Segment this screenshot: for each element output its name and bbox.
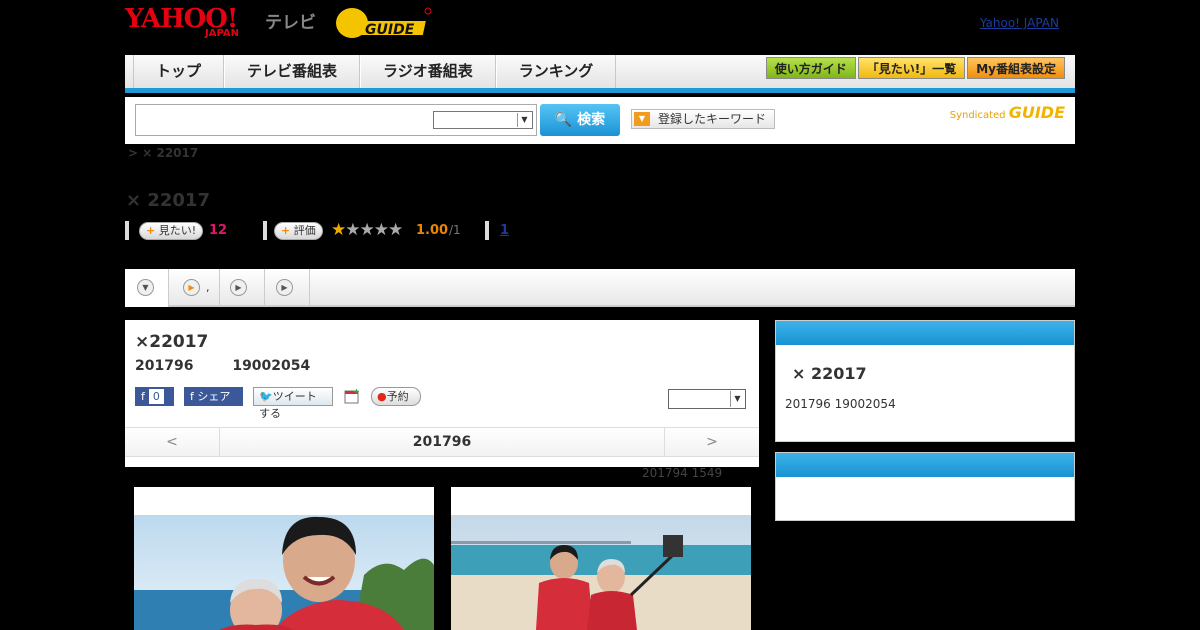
usage-guide-button[interactable]: 使い方ガイド <box>765 57 856 79</box>
tweet-button[interactable]: 🐦ツイートする <box>253 387 333 420</box>
rate-button[interactable]: + 評価 <box>274 222 323 240</box>
want-count: 12 <box>209 223 228 238</box>
yahoo-japan-link[interactable]: Yahoo! JAPAN <box>980 16 1059 30</box>
plus-icon: + <box>146 224 156 237</box>
star-icon: ★ <box>388 220 403 240</box>
play-icon: ▶ <box>230 279 247 296</box>
content-tabs: ▼ ▶ , ▶ ▶ <box>125 269 1075 307</box>
search-bar: ▼ 🔍 検索 ▼ 登録したキーワード Syndicated GUIDE <box>125 97 1075 144</box>
tab-3[interactable]: ▶ <box>220 269 265 307</box>
tab-label: , <box>206 281 210 294</box>
episode-panel: ×22017 201796 19002054 f0 f シェア 🐦ツイートする … <box>125 320 759 467</box>
reserve-button[interactable]: ●予約 <box>371 387 421 406</box>
current-date: 201796 <box>412 434 472 450</box>
episode-photo-1[interactable] <box>134 487 434 630</box>
chevron-down-icon: ▼ <box>517 113 531 127</box>
sidebar-meta: 201796 19002054 <box>785 397 896 411</box>
prev-date-button[interactable]: < <box>125 428 220 457</box>
yahoo-japan-sublogo: JAPAN <box>205 28 239 39</box>
search-button[interactable]: 🔍 検索 <box>540 104 620 136</box>
tab-1[interactable]: ▼ <box>125 269 169 307</box>
tv-label[interactable]: テレビ <box>265 8 316 33</box>
gguide-logo[interactable]: GUIDE <box>335 6 433 40</box>
saved-keywords-button[interactable]: ▼ 登録したキーワード <box>631 109 775 129</box>
tab-4[interactable]: ▶ <box>265 269 310 307</box>
star-icon: ★ <box>331 220 346 240</box>
star-icon: ★ <box>359 220 375 240</box>
svg-text:GUIDE: GUIDE <box>365 22 415 38</box>
play-icon: ▶ <box>183 279 200 296</box>
saved-keywords-label: 登録したキーワード <box>658 112 767 126</box>
episode-meta: 201796 19002054 <box>135 358 344 374</box>
syndicated-label: Syndicated <box>949 110 1006 121</box>
main-nav: トップ テレビ番組表 ラジオ番組表 ランキング 使い方ガイド 「見たい!」一覧 … <box>125 55 1075 93</box>
sidebar-program-box: × 22017 201796 19002054 <box>775 320 1075 442</box>
twitter-icon: 🐦 <box>259 390 273 403</box>
next-date-button[interactable]: > <box>664 428 759 457</box>
episode-photo-2[interactable] <box>451 487 751 630</box>
want-button[interactable]: + 見たい! <box>139 222 204 240</box>
syndicated-gguide-text: GUIDE <box>1008 103 1065 122</box>
review-count-link[interactable]: 1 <box>500 223 509 238</box>
rate-label: 評価 <box>293 224 316 237</box>
site-header: YAHOO! JAPAN テレビ GUIDE Yahoo! JAPAN <box>125 0 1075 55</box>
nav-ranking[interactable]: ランキング <box>495 55 617 88</box>
episode-date: 201796 <box>135 358 194 374</box>
rating-stars: ★★★★★ <box>331 220 403 240</box>
page-title: × 22017 <box>126 190 210 211</box>
share-row: f0 f シェア 🐦ツイートする + ●予約 <box>135 387 755 420</box>
syndicated-gguide-logo: Syndicated GUIDE <box>950 103 1065 122</box>
chevron-down-icon: ▼ <box>634 112 650 126</box>
rating-score: 1.00 <box>416 223 449 238</box>
nav-top[interactable]: トップ <box>133 55 225 88</box>
divider <box>263 221 267 240</box>
program-stats: + 見たい! 12 + 評価 ★★★★★ 1.00 /1 1 <box>125 220 625 242</box>
date-navigation: < 201796 > <box>125 427 759 457</box>
episode-select[interactable]: ▼ <box>668 389 746 409</box>
divider <box>485 221 489 240</box>
sidebar-box-2 <box>775 452 1075 521</box>
chevron-down-icon: ▼ <box>730 391 744 407</box>
rating-denominator: /1 <box>449 223 461 237</box>
star-icon: ★ <box>345 220 360 240</box>
search-icon: 🔍 <box>554 112 573 128</box>
facebook-share-label: シェア <box>197 390 231 403</box>
plus-icon: + <box>281 224 291 237</box>
star-icon: ★ <box>373 220 389 240</box>
facebook-share-button[interactable]: f シェア <box>184 387 243 406</box>
search-button-label: 検索 <box>577 112 606 128</box>
sidebar-header <box>776 321 1074 345</box>
add-calendar-icon[interactable]: + <box>344 387 360 404</box>
episode-id: 19002054 <box>232 358 311 374</box>
nav-radio-schedule[interactable]: ラジオ番組表 <box>360 55 496 88</box>
nav-tv-schedule[interactable]: テレビ番組表 <box>224 55 361 88</box>
tab-2[interactable]: ▶ , <box>169 269 220 307</box>
search-category-select[interactable]: ▼ <box>433 111 533 129</box>
want-list-button[interactable]: 「見たい!」一覧 <box>857 57 966 79</box>
record-icon: ● <box>377 390 387 403</box>
facebook-like-count: 0 <box>148 389 164 404</box>
play-icon: ▶ <box>276 279 293 296</box>
chevron-down-icon: ▼ <box>137 279 154 296</box>
facebook-like-button[interactable]: f0 <box>135 387 174 406</box>
facebook-icon: f <box>141 390 145 403</box>
divider <box>125 221 129 240</box>
air-time: 201794 1549 <box>642 466 723 480</box>
facebook-icon: f <box>190 390 194 403</box>
breadcrumb: > × 22017 <box>128 146 199 160</box>
episode-title: ×22017 <box>135 332 209 352</box>
reserve-label: 予約 <box>386 390 409 403</box>
svg-text:+: + <box>353 388 360 396</box>
want-label: 見たい! <box>158 224 197 237</box>
my-schedule-settings-button[interactable]: My番組表設定 <box>967 57 1065 79</box>
sidebar-title[interactable]: × 22017 <box>792 364 867 383</box>
sidebar-header <box>776 453 1074 477</box>
